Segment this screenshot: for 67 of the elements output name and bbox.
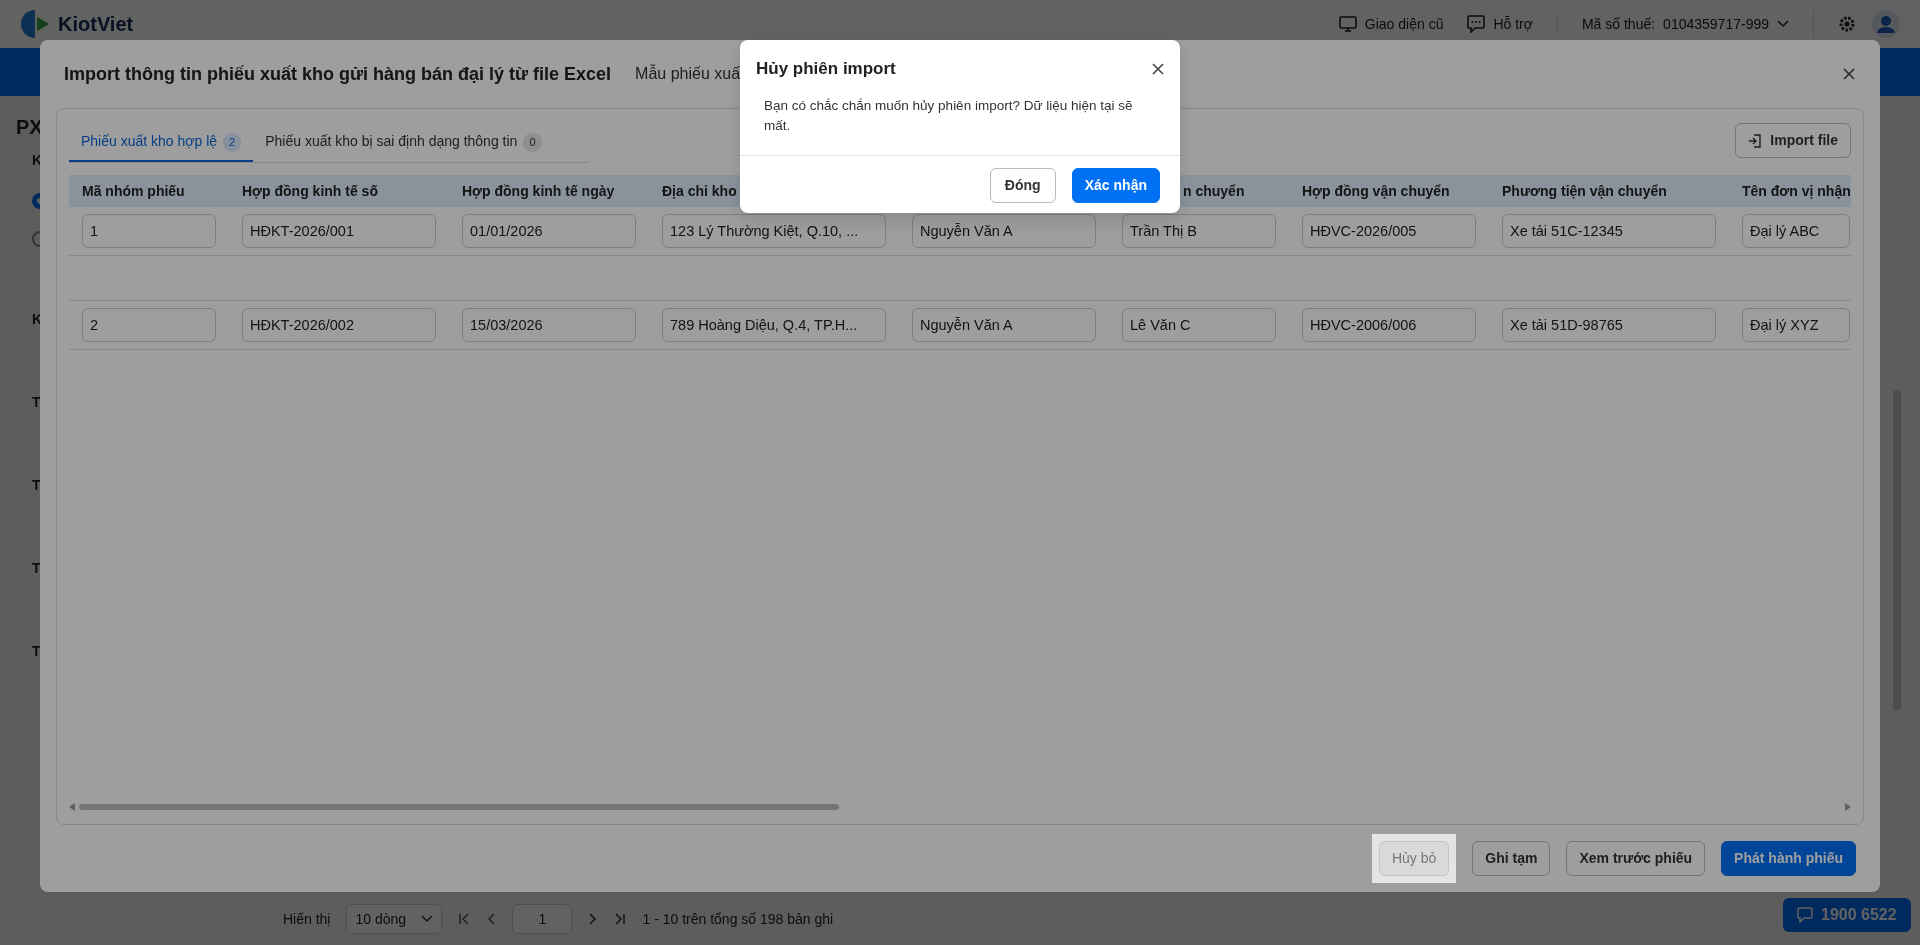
next-page-icon[interactable] bbox=[588, 913, 599, 925]
dialog-title: Import thông tin phiếu xuất kho gửi hàng bán đại lý từ file Excel bbox=[64, 62, 612, 86]
table-field[interactable]: Nguyễn Văn A bbox=[912, 308, 1096, 342]
table-field[interactable]: 15/03/2026 bbox=[462, 308, 636, 342]
table-field[interactable]: Nguyễn Văn A bbox=[912, 214, 1096, 248]
previous-page-icon[interactable] bbox=[486, 913, 497, 925]
column-header: Địa chỉ kho bbox=[662, 182, 737, 199]
tab[interactable]: Phiếu xuất kho bị sai định dạng thông tin 0 bbox=[253, 123, 554, 162]
column-header: Mã nhóm phiếu bbox=[82, 182, 185, 199]
table-field[interactable]: 123 Lý Thường Kiệt, Q.10, ... bbox=[662, 214, 886, 248]
table-field[interactable]: 1 bbox=[82, 214, 216, 248]
field-label: T bbox=[32, 559, 42, 578]
dialog-title: Hủy phiên import bbox=[756, 58, 896, 80]
dialog-button[interactable]: Đóng bbox=[989, 168, 1056, 204]
table-field[interactable]: Trần Thị B bbox=[1122, 214, 1276, 248]
table-field[interactable]: Xe tải 51C-12345 bbox=[1502, 214, 1716, 248]
column-header: Hợp đồng kinh tế ngày bbox=[462, 182, 615, 199]
tab[interactable]: Phiếu xuất kho hợp lệ 2 bbox=[69, 123, 254, 162]
footer-button[interactable]: Ghi tạm bbox=[1472, 841, 1551, 876]
chevron-down-icon bbox=[1777, 20, 1789, 28]
column-header: Hợp đồng kinh tế số bbox=[242, 182, 378, 199]
table-field[interactable]: HĐVC-2006/006 bbox=[1302, 308, 1476, 342]
import-file-button[interactable]: Import file bbox=[1735, 123, 1851, 158]
tax-code: 0104359717-999 bbox=[1663, 14, 1769, 34]
table-field[interactable]: Đại lý XYZ bbox=[1742, 308, 1850, 342]
dialog-button[interactable]: Xác nhận bbox=[1071, 168, 1160, 204]
page-summary: 1 - 10 trên tổng số 198 bản ghi bbox=[642, 909, 834, 929]
template-link[interactable]: Mẫu phiếu xuấ bbox=[635, 62, 741, 86]
table-field[interactable]: HĐVC-2026/005 bbox=[1302, 214, 1476, 248]
logo-text: KiotViet bbox=[58, 12, 134, 37]
settings-icon[interactable] bbox=[1838, 15, 1856, 33]
chat-icon bbox=[1797, 907, 1813, 923]
field-label: T bbox=[32, 393, 42, 412]
chevron-down-icon bbox=[421, 915, 434, 923]
table-field[interactable]: Xe tải 51D-98765 bbox=[1502, 308, 1716, 342]
column-header: Hợp đồng vận chuyển bbox=[1302, 182, 1450, 199]
chat-icon bbox=[1467, 15, 1486, 33]
field-label: T bbox=[32, 642, 42, 661]
scrollbar-thumb[interactable] bbox=[79, 804, 839, 810]
first-page-icon[interactable] bbox=[458, 913, 471, 925]
tax-label: Mã số thuế: bbox=[1581, 14, 1656, 34]
table-field[interactable]: 789 Hoàng Diệu, Q.4, TP.H... bbox=[662, 308, 886, 342]
table-field[interactable]: Lê Văn C bbox=[1122, 308, 1276, 342]
table-field[interactable]: 01/01/2026 bbox=[462, 214, 636, 248]
file-import-icon bbox=[1748, 133, 1763, 148]
table-field[interactable]: HĐKT-2026/002 bbox=[242, 308, 436, 342]
count-badge: 2 bbox=[223, 133, 242, 152]
logo-icon bbox=[20, 8, 50, 40]
table-field[interactable]: Đại lý ABC bbox=[1742, 214, 1850, 248]
avatar-icon[interactable] bbox=[1872, 10, 1900, 38]
page-size-label: Hiển thị bbox=[283, 909, 331, 929]
dialog-message: Bạn có chắc chắn muốn hủy phiên import? Dữ liệu hiện tại sẽ mất. bbox=[763, 96, 1134, 136]
monitor-icon bbox=[1338, 15, 1357, 33]
table-field[interactable]: 2 bbox=[82, 308, 216, 342]
footer-button[interactable]: Xem trước phiếu bbox=[1566, 841, 1706, 876]
close-icon[interactable] bbox=[1842, 67, 1856, 81]
column-header: n chuyển bbox=[1183, 182, 1245, 199]
column-header: Tên đơn vị nhận bbox=[1742, 182, 1851, 199]
close-icon[interactable] bbox=[1152, 62, 1164, 75]
table-field[interactable]: HĐKT-2026/001 bbox=[242, 214, 436, 248]
count-badge: 0 bbox=[523, 133, 542, 152]
scroll-right-icon[interactable] bbox=[1845, 803, 1851, 811]
last-page-icon[interactable] bbox=[614, 913, 627, 925]
column-header: Phương tiện vận chuyển bbox=[1502, 182, 1667, 199]
scroll-left-icon[interactable] bbox=[69, 803, 75, 811]
field-label: T bbox=[32, 476, 42, 495]
page-title: PX bbox=[16, 115, 44, 140]
